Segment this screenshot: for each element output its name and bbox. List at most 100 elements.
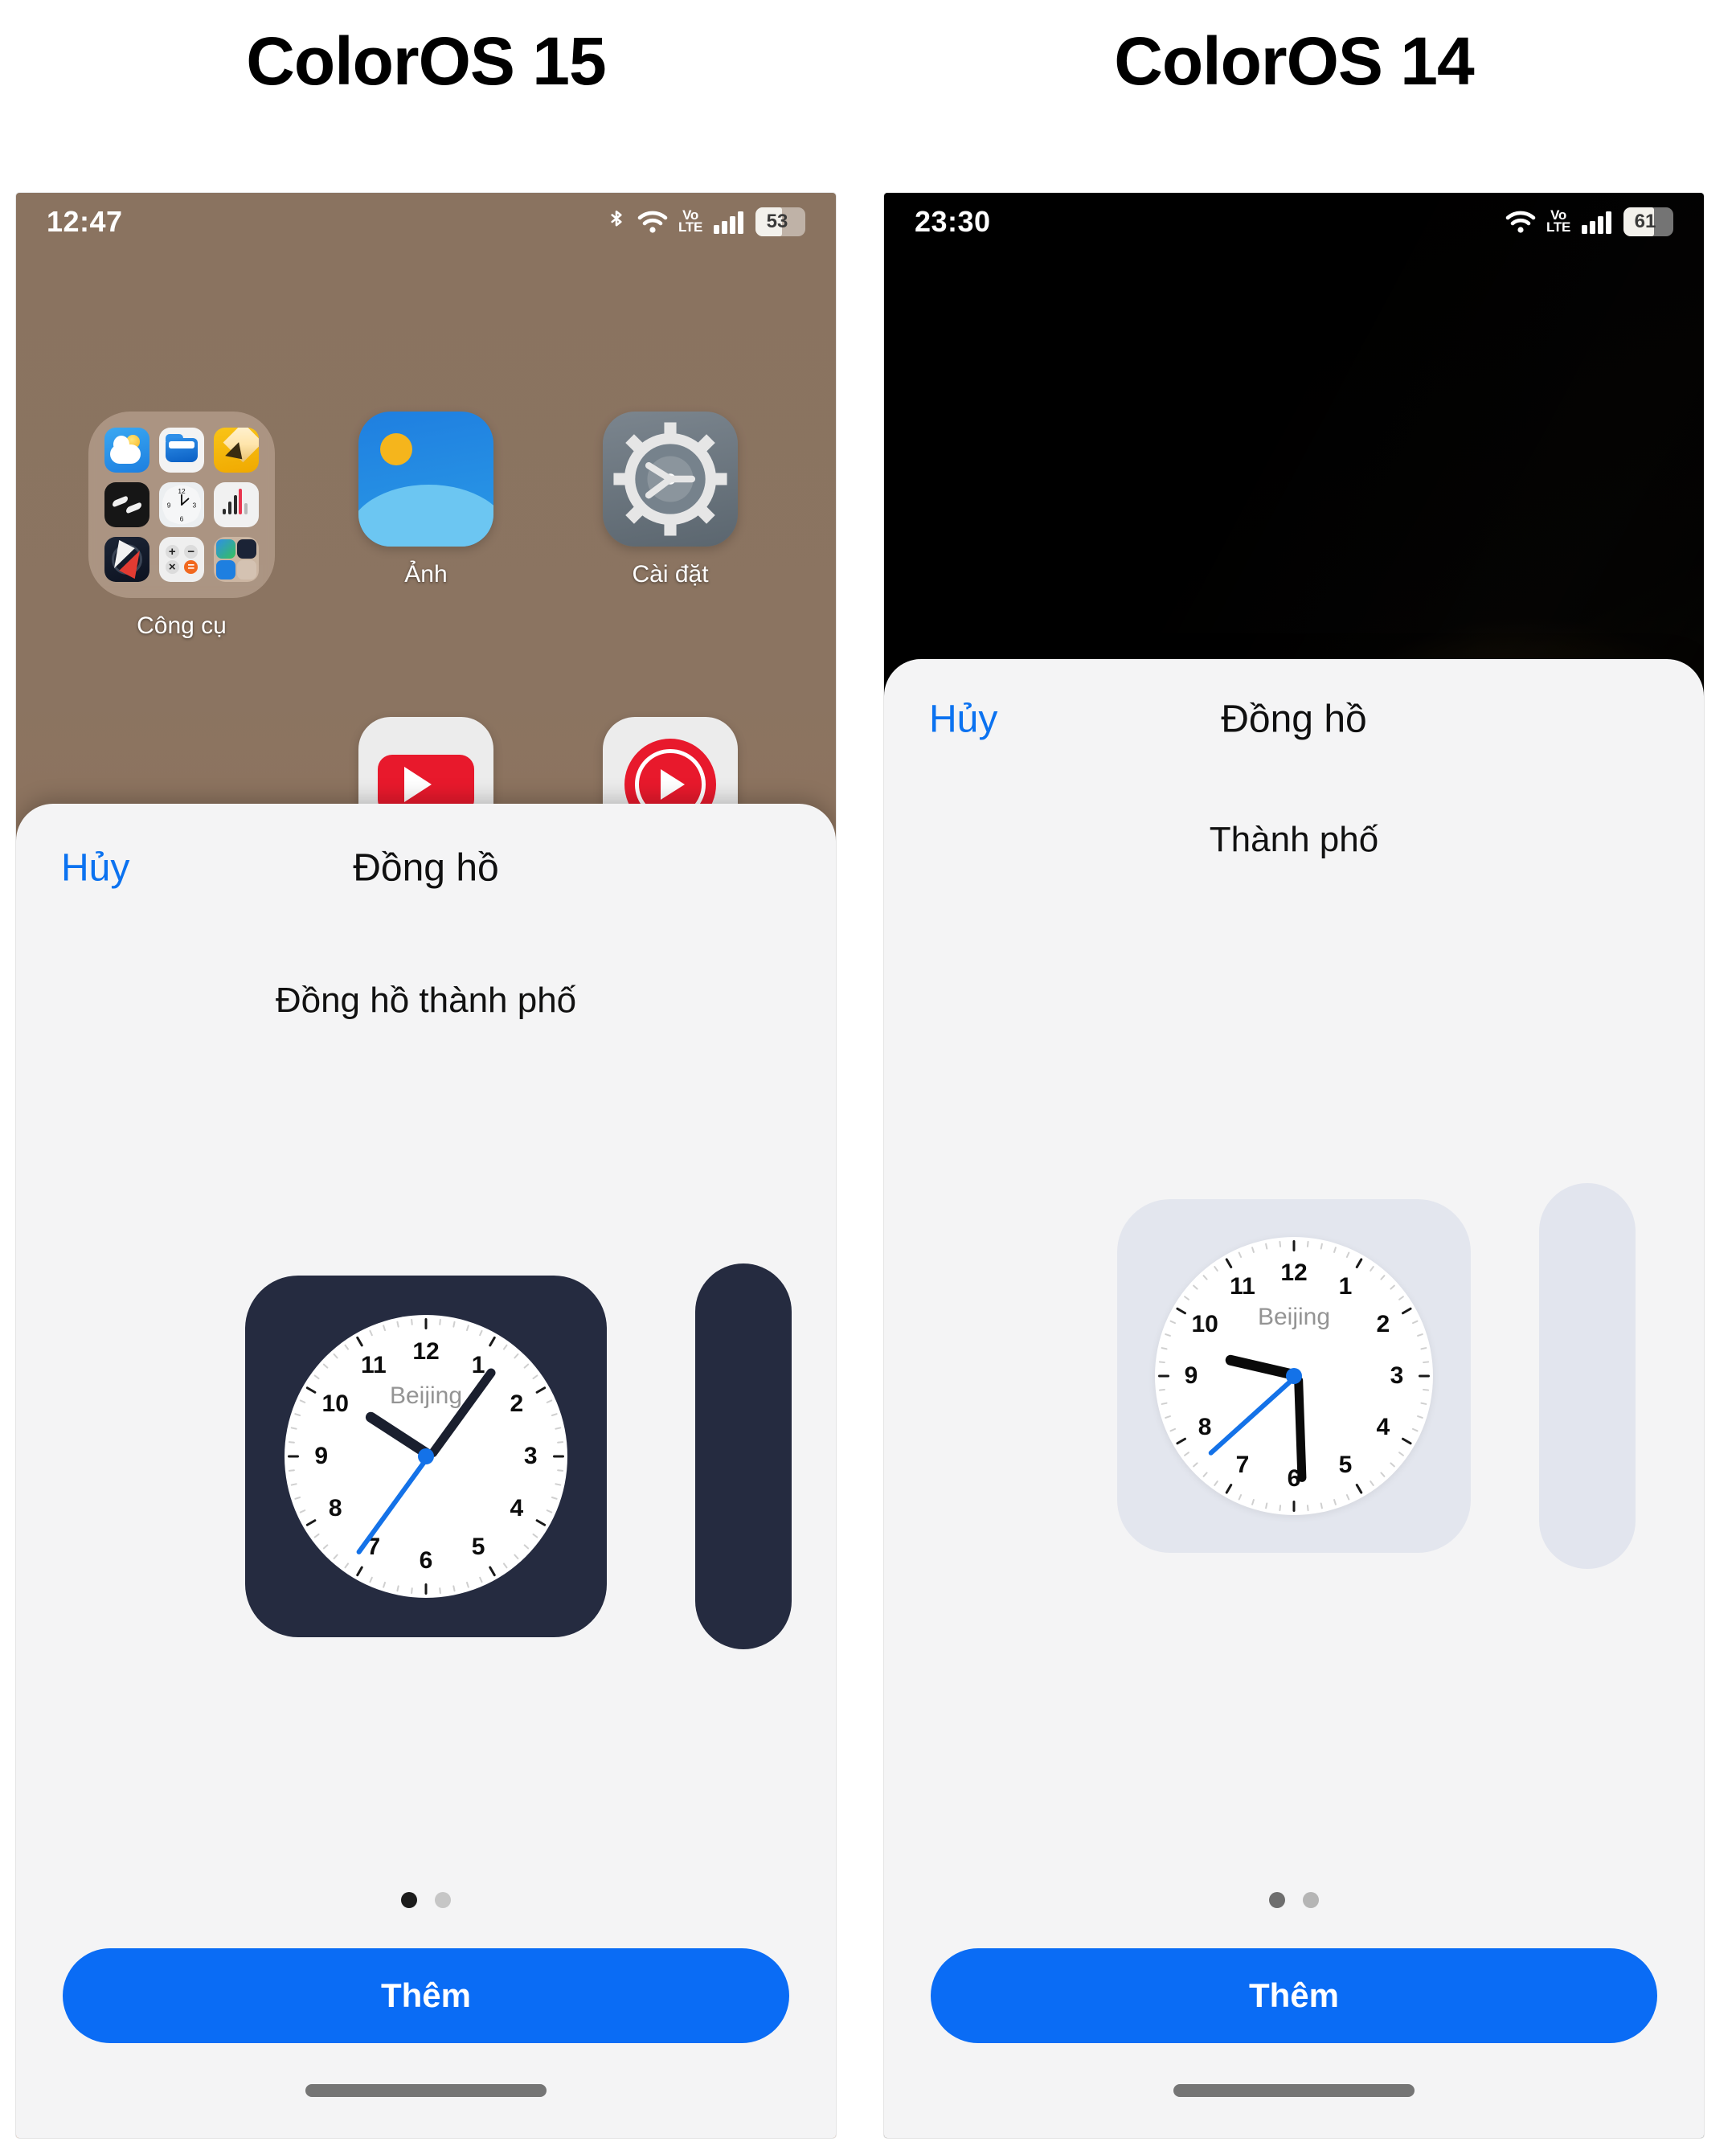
clock-numeral: 10 (1191, 1310, 1218, 1337)
clock-tick (344, 1562, 350, 1569)
status-bar-right: 23:30 Vo LTE 61 (884, 193, 1704, 251)
clock-tick (502, 1344, 508, 1350)
clock-numeral: 11 (1230, 1273, 1255, 1300)
clock-tick (288, 1469, 296, 1472)
cta-wrap: Thêm (16, 1916, 836, 2043)
wifi-icon (637, 209, 668, 235)
clock-tick (1225, 1483, 1233, 1495)
clock-tick (1225, 1257, 1233, 1269)
clock-tick (1158, 1388, 1165, 1391)
clock-tick (288, 1441, 296, 1444)
next-widget-peek[interactable] (695, 1263, 792, 1649)
home-indicator[interactable] (1173, 2084, 1415, 2097)
phone-screenshot-right: 23:30 Vo LTE 61 Hủy Đồng hồ Thành phố Be… (884, 193, 1704, 2138)
page-dots[interactable] (884, 1892, 1704, 1916)
clock-tick (1320, 1502, 1324, 1509)
heading-coloros-14: ColorOS 14 (1114, 23, 1474, 99)
app-item-cai-dat[interactable]: Cài đặt (548, 412, 792, 640)
page-dot-active[interactable] (401, 1892, 417, 1908)
add-button[interactable]: Thêm (63, 1948, 789, 2043)
clock-numeral: 8 (328, 1495, 342, 1522)
page-dot[interactable] (435, 1892, 451, 1908)
clock-numeral: 6 (419, 1547, 433, 1575)
clock-face: Beijing 12 1 2 3 4 5 6 7 8 9 10 11 (1155, 1237, 1433, 1515)
clock-tick (355, 1566, 364, 1577)
clock-tick (513, 1554, 519, 1560)
next-widget-peek[interactable] (1539, 1183, 1636, 1569)
clock-numeral: 2 (510, 1390, 524, 1417)
clock-tick (424, 1583, 428, 1595)
status-icons-group: Vo LTE 61 (1505, 207, 1673, 236)
app-item-anh[interactable]: Ảnh (304, 412, 548, 640)
clock-tick (396, 1321, 399, 1328)
clock-widget-preview[interactable]: Beijing 12 1 2 3 4 5 6 7 8 9 10 11 (245, 1276, 607, 1637)
clock-tick (452, 1321, 456, 1328)
home-indicator-area (884, 2043, 1704, 2138)
sheet-header: Hủy Đồng hồ (16, 804, 836, 932)
photos-icon[interactable] (358, 412, 493, 547)
clock-tick (322, 1543, 329, 1550)
widget-carousel[interactable]: Beijing 12 1 2 3 4 5 6 7 8 9 10 11 (884, 860, 1704, 1892)
clock-tick (513, 1353, 519, 1359)
widget-wrap: Beijing 12 1 2 3 4 5 6 7 8 9 10 11 (1117, 1183, 1636, 1569)
clock-tick (1423, 1361, 1430, 1364)
clock-tick (523, 1543, 530, 1550)
clock-numeral: 5 (1338, 1451, 1353, 1478)
clock-tick (1420, 1346, 1427, 1350)
clock-tick (1164, 1333, 1172, 1337)
home-indicator-area (16, 2043, 836, 2138)
status-bar-left: 12:47 Vo LTE 53 (16, 193, 836, 251)
clock-tick (1292, 1240, 1296, 1251)
folder-preview[interactable]: 12 3 6 9 + − × = (88, 412, 275, 598)
clock-tick (313, 1533, 320, 1538)
clock-tick (555, 1483, 562, 1486)
page-dots[interactable] (16, 1892, 836, 1916)
svg-text:12: 12 (178, 487, 186, 495)
clock-tick (556, 1469, 564, 1472)
clock-numeral: 4 (1376, 1414, 1390, 1440)
heading-coloros-15: ColorOS 15 (246, 23, 606, 99)
add-button[interactable]: Thêm (931, 1948, 1657, 2043)
clock-tick (556, 1441, 564, 1444)
page-dot-active[interactable] (1269, 1892, 1285, 1908)
clock-tick (1213, 1480, 1219, 1487)
status-icons-group: Vo LTE 53 (606, 207, 805, 236)
widget-carousel[interactable]: Beijing 12 1 2 3 4 5 6 7 8 9 10 11 (16, 1021, 836, 1892)
status-time: 23:30 (915, 205, 991, 238)
signal-icon (1581, 209, 1613, 235)
clock-tick (411, 1587, 413, 1595)
clock-tick (1389, 1461, 1396, 1468)
clock-tick (1202, 1471, 1209, 1478)
clock-tick (1369, 1480, 1375, 1487)
app-folder-cong-cu[interactable]: 12 3 6 9 + − × = Công cụ (59, 412, 304, 640)
clock-tick (299, 1509, 306, 1513)
clock-tick (1238, 1251, 1243, 1259)
clock-tick (1369, 1265, 1375, 1272)
battery-icon: 61 (1623, 207, 1673, 236)
clock-numeral: 4 (510, 1495, 524, 1522)
home-indicator[interactable] (305, 2084, 547, 2097)
clock-tick (532, 1374, 538, 1380)
clock-tick (1164, 1415, 1172, 1419)
clock-tick (488, 1336, 497, 1347)
sheet-header: Hủy Đồng hồ (884, 659, 1704, 780)
clock-tick (1379, 1274, 1386, 1281)
clock-tick (1345, 1493, 1350, 1501)
clock-tick (1279, 1240, 1282, 1247)
settings-icon[interactable] (603, 412, 738, 547)
clock-tick (1398, 1295, 1405, 1301)
clock-tick (396, 1585, 399, 1592)
clock-tick (322, 1363, 329, 1370)
clock-numeral: 9 (314, 1443, 329, 1469)
clock-numeral: 11 (361, 1352, 387, 1379)
clock-tick (1213, 1265, 1219, 1272)
svg-text:9: 9 (167, 502, 171, 510)
cta-wrap: Thêm (884, 1916, 1704, 2043)
clock-tick (478, 1576, 483, 1583)
clock-tick (1161, 1402, 1168, 1406)
clock-widget-preview[interactable]: Beijing 12 1 2 3 4 5 6 7 8 9 10 11 (1117, 1199, 1471, 1553)
clock-tick (478, 1329, 483, 1337)
page-dot[interactable] (1303, 1892, 1319, 1908)
clock-numeral: 12 (412, 1337, 440, 1365)
clock-tick (1401, 1437, 1413, 1445)
